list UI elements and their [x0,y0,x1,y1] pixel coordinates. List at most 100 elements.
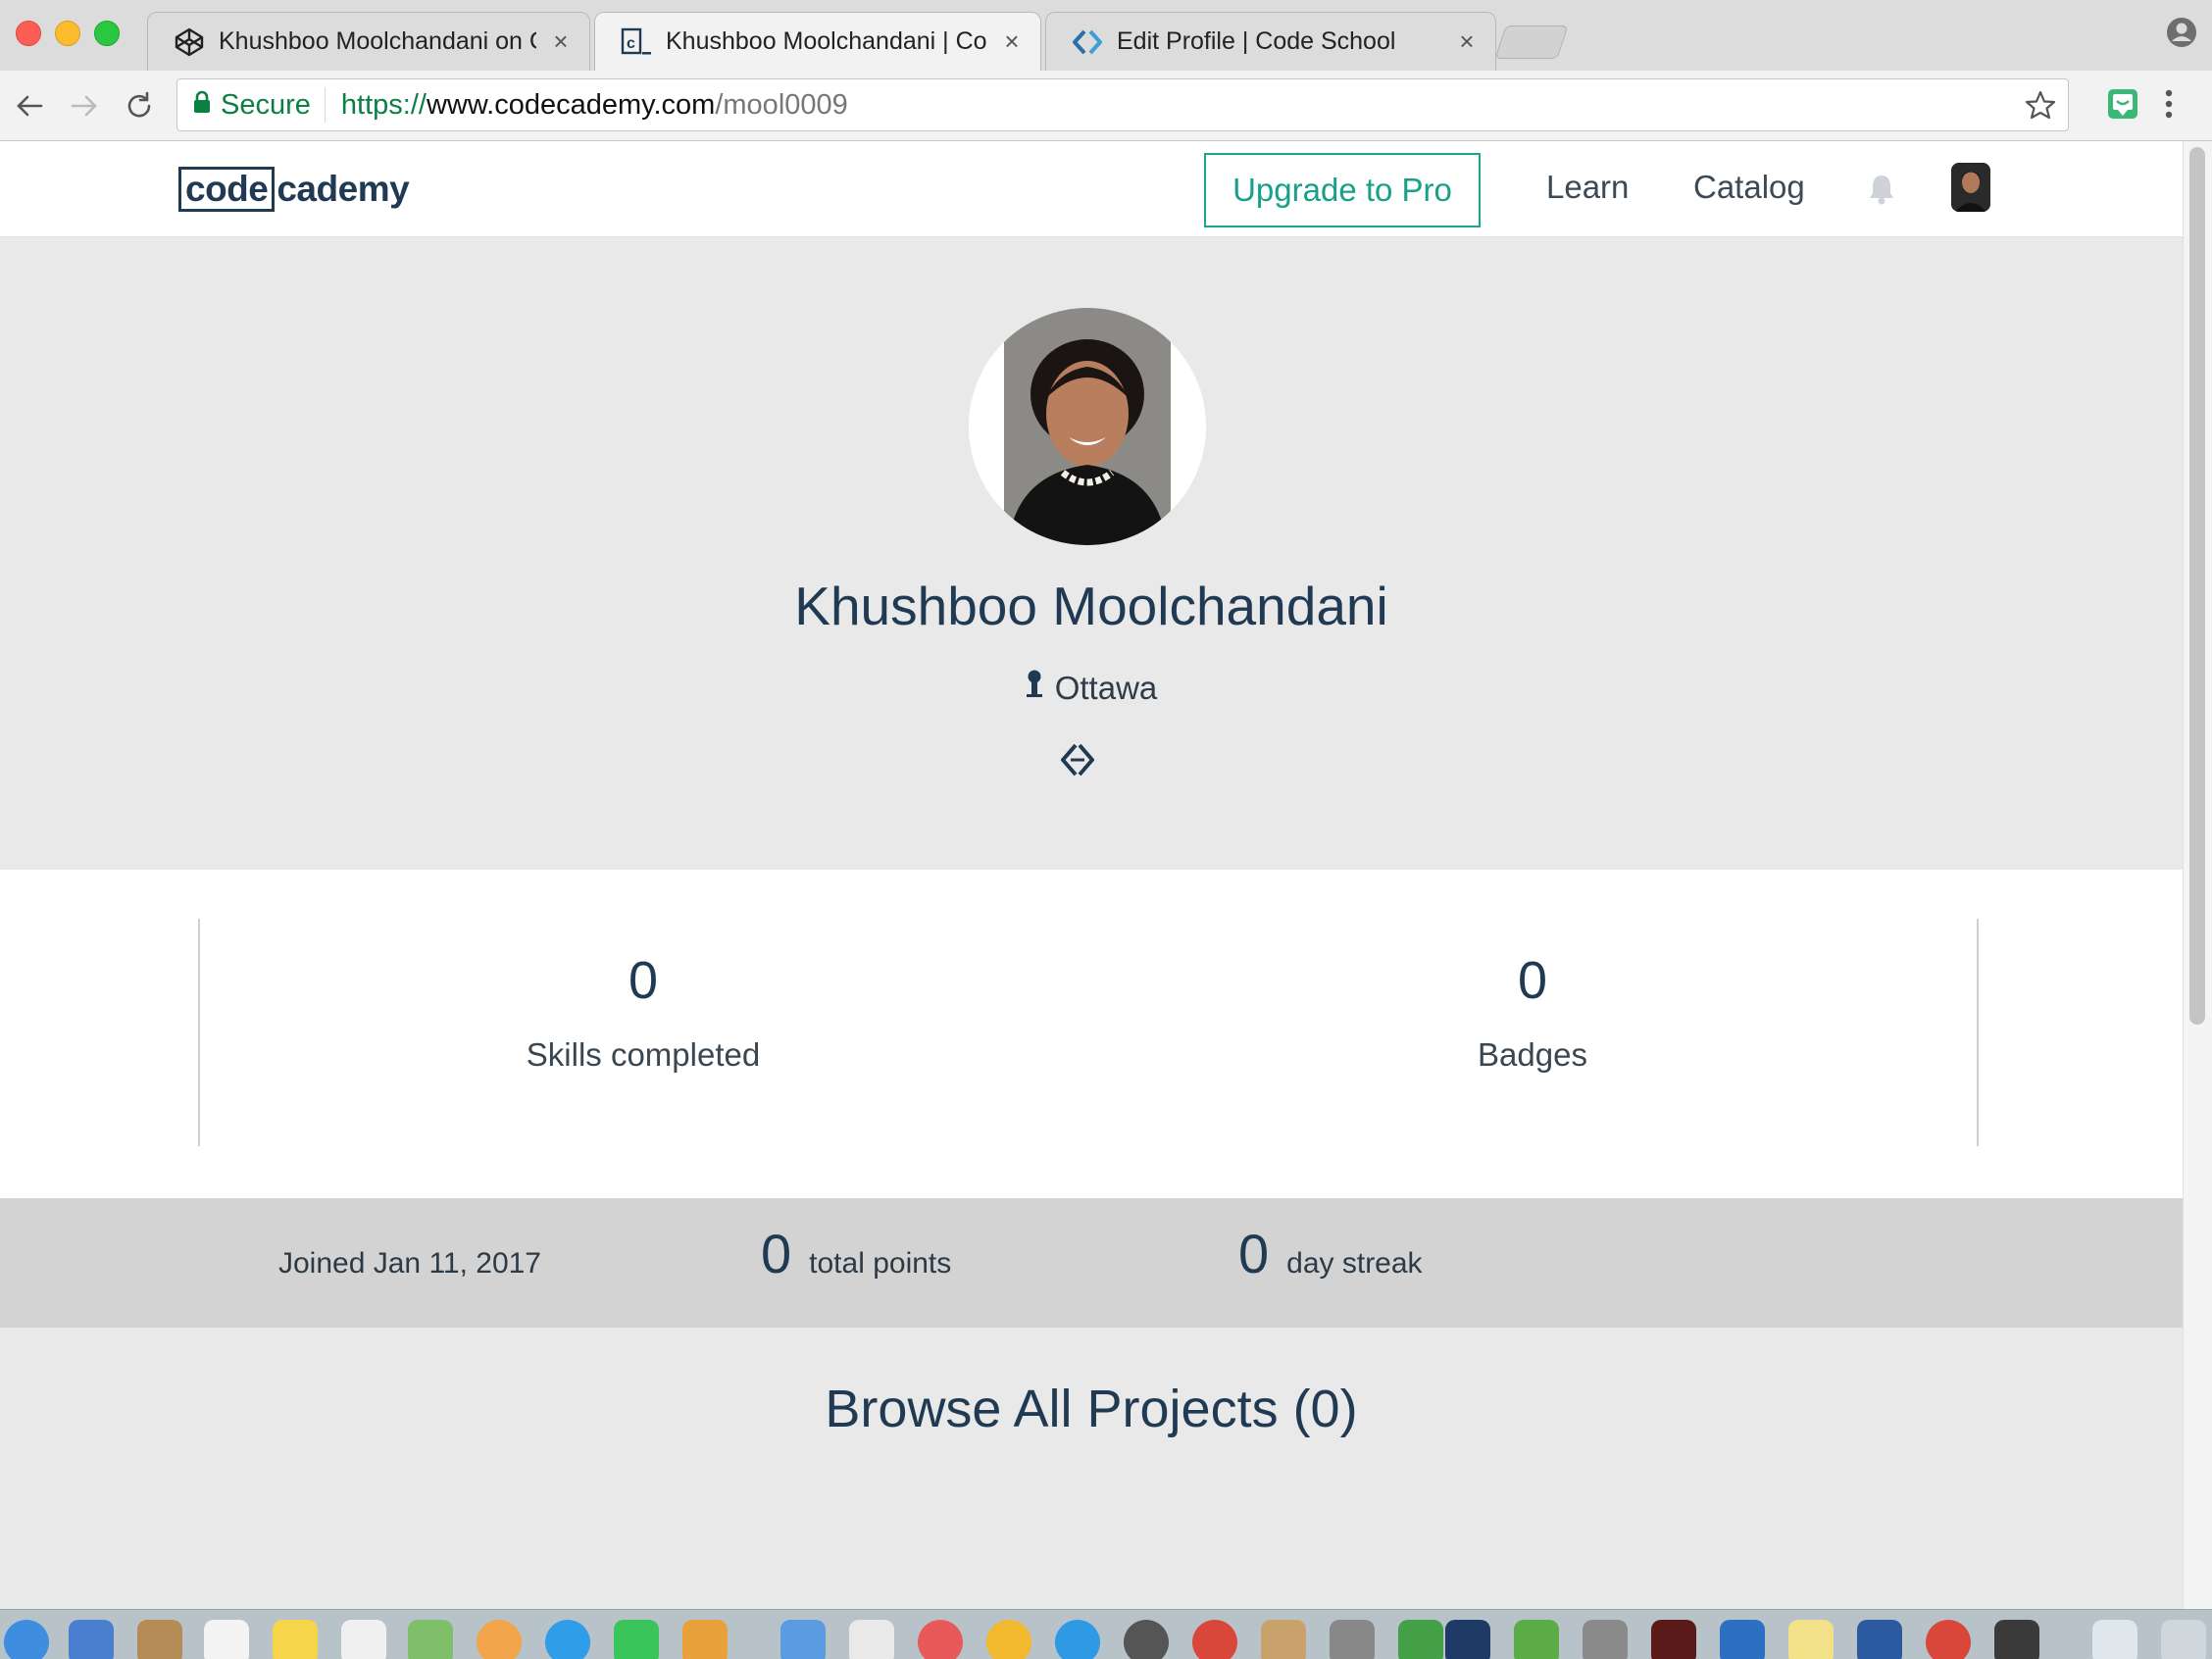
calendar-dock-icon[interactable] [204,1620,249,1659]
secure-label: Secure [221,88,311,121]
app-dock-icon[interactable] [780,1620,826,1659]
logo-cademy-text: cademy [276,169,410,209]
url-scheme: https:// [340,88,427,121]
zoom-window-button[interactable] [94,21,120,46]
app-dock-icon[interactable] [986,1620,1031,1659]
settings-dock-icon[interactable] [1124,1620,1169,1659]
app-dock-icon[interactable] [137,1620,182,1659]
minimize-window-button[interactable] [55,21,80,46]
browser-toolbar: Secure https://www.codecademy.com/mool00… [0,71,2212,141]
badges-label: Badges [1478,1036,1587,1073]
stats-divider-right [1977,919,1979,1146]
tab-codepen[interactable]: Khushboo Moolchandani on Co × [147,12,590,71]
app-dock-icon[interactable] [849,1620,894,1659]
app-dock-icon[interactable] [1583,1620,1628,1659]
word-dock-icon[interactable] [1857,1620,1902,1659]
close-window-button[interactable] [16,21,41,46]
url-host: www.codecademy.com [426,88,716,121]
secure-indicator[interactable]: Secure [177,87,326,123]
address-bar[interactable]: Secure https://www.codecademy.com/mool00… [176,78,2069,131]
web-page: code cademy Upgrade to Pro Learn Catalog [0,141,2183,1609]
bookmark-star-icon[interactable] [2025,89,2056,128]
back-button[interactable] [12,88,47,124]
stats-panel: 0 Skills completed 0 Badges [0,870,2183,1198]
tab-title: Khushboo Moolchandani | Cod [666,27,987,55]
total-points-label: total points [809,1247,952,1280]
tab-close-icon[interactable]: × [1456,26,1478,57]
logo-code-text: code [178,167,276,212]
finder-dock-icon[interactable] [4,1620,49,1659]
upgrade-to-pro-button[interactable]: Upgrade to Pro [1204,153,1481,227]
codepen-icon [174,26,205,58]
screen: Khushboo Moolchandani on Co × c Khushboo… [0,0,2212,1659]
tab-title: Edit Profile | Code School [1117,27,1396,55]
url-path: /mool0009 [715,88,848,121]
app-dock-icon[interactable] [1651,1620,1696,1659]
new-tab-button[interactable] [1494,25,1569,59]
skills-completed-label: Skills completed [526,1036,761,1073]
badges-count: 0 [1517,951,1548,1010]
browse-projects-heading[interactable]: Browse All Projects (0) [0,1379,2183,1439]
page-scrollbar-thumb[interactable] [2189,147,2205,1025]
profile-location: Ottawa [0,669,2183,708]
reload-button[interactable] [122,88,157,124]
profile-name: Khushboo Moolchandani [794,576,1388,636]
music-dock-icon[interactable] [918,1620,963,1659]
tab-codecademy[interactable]: c Khushboo Moolchandani | Cod × [594,12,1041,71]
joined-date: Joined Jan 11, 2017 [278,1247,541,1280]
notes-dock-icon[interactable] [273,1620,318,1659]
app-dock-icon[interactable] [341,1620,386,1659]
app-dock-icon[interactable] [1398,1620,1443,1659]
messages-dock-icon[interactable] [614,1620,659,1659]
extension-icon[interactable] [2106,87,2139,126]
skills-completed-count: 0 [628,951,659,1010]
browser-menu-icon[interactable] [2163,86,2175,126]
app-dock-icon[interactable] [545,1620,590,1659]
tab-close-icon[interactable]: × [1001,26,1023,57]
codecademy-icon: c [621,26,652,58]
day-streak-label: day streak [1286,1247,1423,1280]
photos-dock-icon[interactable] [477,1620,522,1659]
stats-divider-left [198,919,200,1146]
chrome-dock-icon[interactable] [1192,1620,1237,1659]
codecademy-logo[interactable]: code cademy [178,167,410,212]
browser-tabstrip: Khushboo Moolchandani on Co × c Khushboo… [0,0,2212,71]
total-points-value: 0 [761,1223,792,1284]
app-dock-icon[interactable] [69,1620,114,1659]
portfolio-link-icon[interactable] [1059,741,1096,783]
nav-catalog-link[interactable]: Catalog [1693,169,1805,206]
downloads-dock-icon[interactable] [2092,1620,2137,1659]
svg-text:c: c [627,35,635,52]
nav-learn-link[interactable]: Learn [1546,169,1629,206]
app-store-dock-icon[interactable] [1055,1620,1100,1659]
tab-close-icon[interactable]: × [550,26,572,57]
app-dock-icon[interactable] [408,1620,453,1659]
app-dock-icon[interactable] [1926,1620,1971,1659]
tab-title: Khushboo Moolchandani on Co [219,27,536,55]
forward-button[interactable] [67,88,102,124]
lock-icon [193,89,211,122]
code-brackets-icon [1072,26,1103,58]
macos-dock [0,1609,2212,1659]
app-dock-icon[interactable] [1330,1620,1375,1659]
user-avatar-small[interactable] [1951,163,1990,212]
total-points: 0 total points [761,1222,951,1285]
app-dock-icon[interactable] [1261,1620,1306,1659]
activity-summary-bar: Joined Jan 11, 2017 0 total points 0 day… [0,1198,2183,1328]
app-dock-icon[interactable] [1994,1620,2039,1659]
app-dock-icon[interactable] [682,1620,728,1659]
day-streak-value: 0 [1238,1223,1270,1284]
app-dock-icon[interactable] [1514,1620,1559,1659]
browser-profile-icon[interactable] [2165,16,2198,54]
day-streak: 0 day streak [1238,1222,1423,1285]
app-dock-icon[interactable] [1720,1620,1765,1659]
photoshop-dock-icon[interactable] [1445,1620,1490,1659]
profile-photo [969,308,1206,545]
stickies-dock-icon[interactable] [1788,1620,1834,1659]
url-text: https://www.codecademy.com/mool0009 [326,89,848,122]
notification-bell-icon[interactable] [1867,173,1896,211]
location-label: Ottawa [1054,670,1158,706]
trash-dock-icon[interactable] [2161,1620,2206,1659]
tab-codeschool[interactable]: Edit Profile | Code School × [1045,12,1496,71]
location-pin-icon [1026,669,1043,708]
